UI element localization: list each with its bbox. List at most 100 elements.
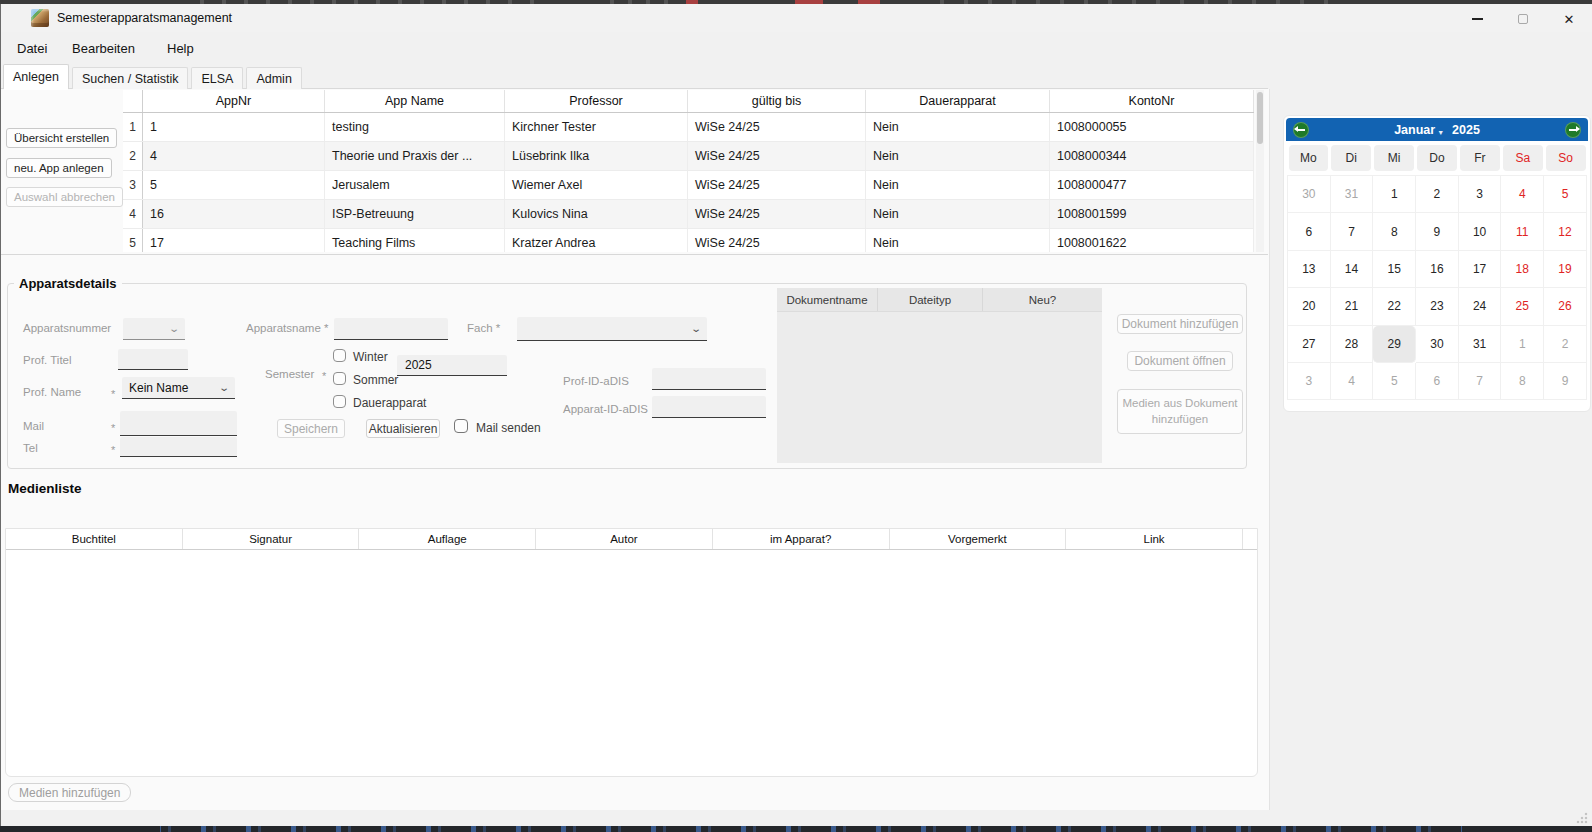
prof-titel-input[interactable] — [118, 349, 188, 370]
apparat-table-scrollbar-thumb[interactable] — [1257, 92, 1263, 144]
calendar-day[interactable]: 6 — [1416, 363, 1459, 400]
calendar-day[interactable]: 7 — [1459, 363, 1502, 400]
apparat-id-adis-input[interactable] — [652, 396, 766, 418]
cell[interactable]: 17 — [143, 229, 325, 252]
semester-year-input[interactable]: 2025 — [397, 355, 507, 376]
row-number[interactable]: 1 — [123, 113, 143, 141]
maximize-button[interactable] — [1500, 5, 1546, 33]
cell[interactable]: Kratzer Andrea — [505, 229, 688, 252]
column-header-kontonr[interactable]: KontoNr — [1050, 90, 1254, 112]
cell[interactable]: Theorie und Praxis der ... — [325, 142, 505, 170]
calendar-day[interactable]: 30 — [1416, 326, 1459, 363]
table-row[interactable]: 517Teaching FilmsKratzer AndreaWiSe 24/2… — [123, 229, 1254, 252]
cell[interactable]: WiSe 24/25 — [688, 142, 866, 170]
calendar-day[interactable]: 23 — [1416, 288, 1459, 325]
calendar-day[interactable]: 2 — [1544, 326, 1587, 363]
calendar-prev-button[interactable] — [1293, 122, 1309, 138]
calendar-day[interactable]: 14 — [1331, 251, 1374, 288]
minimize-button[interactable] — [1454, 5, 1500, 33]
cell[interactable]: 5 — [143, 171, 325, 199]
cell[interactable]: Nein — [866, 200, 1050, 228]
calendar-day[interactable]: 13 — [1288, 251, 1331, 288]
tab-elsa[interactable]: ELSA — [191, 67, 243, 89]
sidebar-button-übersicht-erstellen[interactable]: Übersicht erstellen — [6, 128, 117, 148]
column-header-appname[interactable]: App Name — [325, 90, 505, 112]
calendar-day[interactable]: 3 — [1459, 176, 1502, 213]
calendar-day[interactable]: 19 — [1544, 251, 1587, 288]
calendar-day[interactable]: 15 — [1373, 251, 1416, 288]
cell[interactable]: Lüsebrink Ilka — [505, 142, 688, 170]
calendar-day[interactable]: 1 — [1501, 326, 1544, 363]
fach-combobox[interactable]: ⌄ — [517, 317, 707, 341]
prof-name-combobox[interactable]: Kein Name⌄ — [122, 377, 235, 399]
mail-input[interactable] — [120, 411, 237, 436]
cell[interactable]: 1 — [143, 113, 325, 141]
calendar-day[interactable]: 18 — [1501, 251, 1544, 288]
calendar-next-button[interactable] — [1565, 122, 1581, 138]
cell[interactable]: testing — [325, 113, 505, 141]
apparatsname-input[interactable] — [334, 318, 448, 340]
calendar-day[interactable]: 8 — [1501, 363, 1544, 400]
sidebar-button-neu--app-anlegen[interactable]: neu. App anlegen — [6, 158, 112, 178]
cell[interactable]: 1008000055 — [1050, 113, 1254, 141]
calendar-day[interactable]: 27 — [1288, 326, 1331, 363]
calendar-day[interactable]: 25 — [1501, 288, 1544, 325]
dauerapparat-radio[interactable] — [333, 395, 346, 408]
calendar-day[interactable]: 5 — [1373, 363, 1416, 400]
cell[interactable]: Nein — [866, 171, 1050, 199]
cell[interactable]: 16 — [143, 200, 325, 228]
winter-radio[interactable] — [333, 349, 346, 362]
calendar-day[interactable]: 6 — [1288, 213, 1331, 250]
cell[interactable]: Wiemer Axel — [505, 171, 688, 199]
table-row[interactable]: 11testingKirchner TesterWiSe 24/25Nein10… — [123, 113, 1254, 142]
cell[interactable]: Kulovics Nina — [505, 200, 688, 228]
sommer-radio[interactable] — [333, 372, 346, 385]
calendar-day[interactable]: 9 — [1544, 363, 1587, 400]
calendar-day[interactable]: 8 — [1373, 213, 1416, 250]
calendar-day[interactable]: 2 — [1416, 176, 1459, 213]
resize-grip[interactable] — [1576, 812, 1588, 824]
calendar-day-selected[interactable]: 29 — [1373, 326, 1416, 363]
tab-anlegen[interactable]: Anlegen — [3, 64, 69, 89]
column-header-appnr[interactable]: AppNr — [143, 90, 325, 112]
calendar-day[interactable]: 9 — [1416, 213, 1459, 250]
row-number[interactable]: 4 — [123, 200, 143, 228]
cell[interactable]: Nein — [866, 142, 1050, 170]
calendar-day[interactable]: 31 — [1331, 176, 1374, 213]
calendar-day[interactable]: 11 — [1501, 213, 1544, 250]
calendar-day[interactable]: 1 — [1373, 176, 1416, 213]
cell[interactable]: WiSe 24/25 — [688, 171, 866, 199]
menu-help[interactable]: Help — [167, 41, 194, 56]
cell[interactable]: Kirchner Tester — [505, 113, 688, 141]
cell[interactable]: 1008000344 — [1050, 142, 1254, 170]
column-header-professor[interactable]: Professor — [505, 90, 688, 112]
calendar-day[interactable]: 4 — [1331, 363, 1374, 400]
table-row[interactable]: 24Theorie und Praxis der ...Lüsebrink Il… — [123, 142, 1254, 171]
calendar-day[interactable]: 20 — [1288, 288, 1331, 325]
cell[interactable]: Nein — [866, 113, 1050, 141]
calendar-title[interactable]: Januar▼2025 — [1394, 123, 1480, 137]
close-button[interactable]: ✕ — [1546, 5, 1592, 33]
calendar-day[interactable]: 3 — [1288, 363, 1331, 400]
calendar-day[interactable]: 4 — [1501, 176, 1544, 213]
aktualisieren-button[interactable]: Aktualisieren — [366, 419, 440, 438]
row-number[interactable]: 3 — [123, 171, 143, 199]
column-header-gltigbis[interactable]: gültig bis — [688, 90, 866, 112]
cell[interactable]: 1008001622 — [1050, 229, 1254, 252]
tab-suchen---statistik[interactable]: Suchen / Statistik — [72, 67, 189, 89]
calendar-day[interactable]: 17 — [1459, 251, 1502, 288]
cell[interactable]: WiSe 24/25 — [688, 113, 866, 141]
cell[interactable]: 4 — [143, 142, 325, 170]
calendar-day[interactable]: 21 — [1331, 288, 1374, 325]
menu-datei[interactable]: Datei — [17, 41, 47, 56]
tab-admin[interactable]: Admin — [246, 67, 301, 89]
calendar-day[interactable]: 22 — [1373, 288, 1416, 325]
cell[interactable]: 1008001599 — [1050, 200, 1254, 228]
cell[interactable]: WiSe 24/25 — [688, 229, 866, 252]
table-row[interactable]: 35JerusalemWiemer AxelWiSe 24/25Nein1008… — [123, 171, 1254, 200]
calendar-day[interactable]: 24 — [1459, 288, 1502, 325]
row-number[interactable]: 2 — [123, 142, 143, 170]
calendar-day[interactable]: 16 — [1416, 251, 1459, 288]
cell[interactable]: Jerusalem — [325, 171, 505, 199]
calendar-day[interactable]: 12 — [1544, 213, 1587, 250]
